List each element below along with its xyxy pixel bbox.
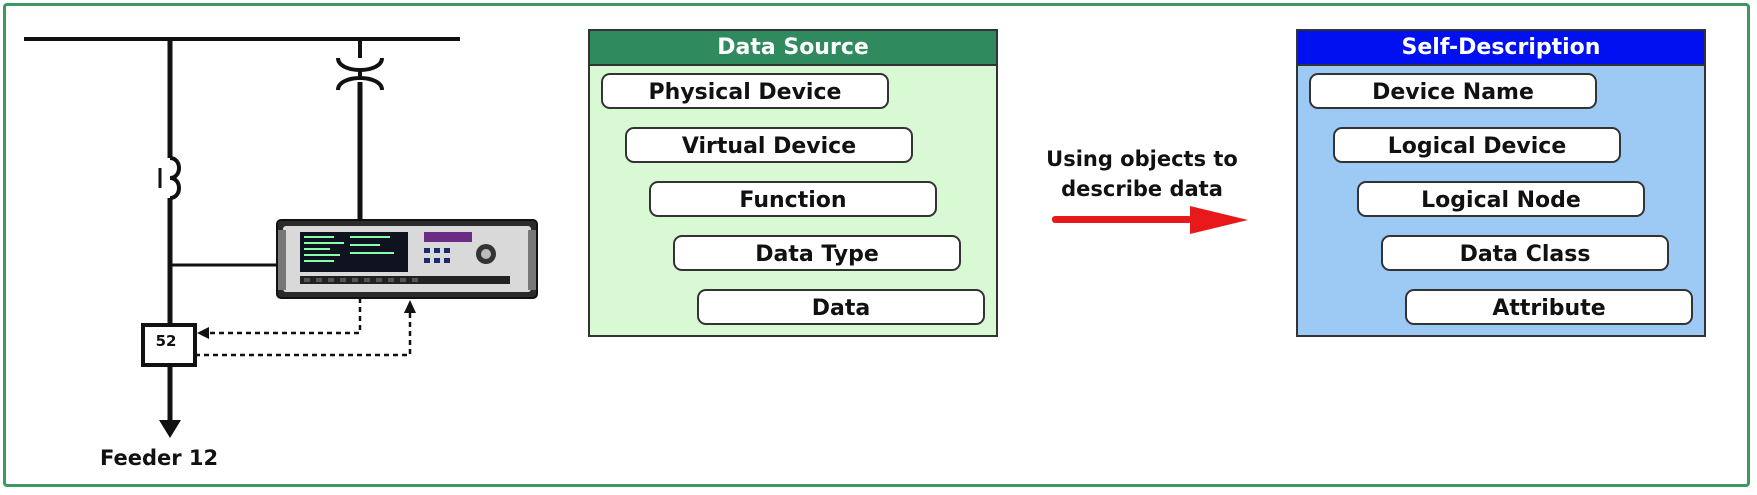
- self-description-item-logical-node: Logical Node: [1357, 181, 1645, 217]
- arrow-caption-line1: Using objects to: [1046, 147, 1238, 171]
- feeder-arrow: [159, 420, 181, 438]
- data-source-title: Data Source: [590, 31, 996, 66]
- status-signal-arrow: [404, 300, 416, 313]
- current-transformer: [158, 156, 181, 200]
- data-source-item-virtual-device: Virtual Device: [625, 127, 913, 163]
- self-description-item-data-class: Data Class: [1381, 235, 1669, 271]
- data-source-item-data-type: Data Type: [673, 235, 961, 271]
- data-source-item-data: Data: [697, 289, 985, 325]
- arrow-caption: Using objects to describe data: [1022, 144, 1262, 204]
- single-line-diagram: [24, 37, 538, 438]
- data-source-item-physical-device: Physical Device: [601, 73, 889, 109]
- trip-signal-arrow: [197, 327, 209, 339]
- self-description-item-device-name: Device Name: [1309, 73, 1597, 109]
- self-description-panel: Self-Description Device Name Logical Dev…: [1296, 29, 1706, 337]
- right-arrow-icon: [1052, 206, 1248, 234]
- feeder-label: Feeder 12: [100, 446, 219, 470]
- data-source-item-function: Function: [649, 181, 937, 217]
- self-description-item-attribute: Attribute: [1405, 289, 1693, 325]
- data-source-panel: Data Source Physical Device Virtual Devi…: [588, 29, 998, 337]
- self-description-item-logical-device: Logical Device: [1333, 127, 1621, 163]
- self-description-title: Self-Description: [1298, 31, 1704, 66]
- trip-signal-wire: [197, 298, 362, 335]
- protection-relay: [276, 219, 538, 299]
- breaker-label: 52: [155, 332, 177, 350]
